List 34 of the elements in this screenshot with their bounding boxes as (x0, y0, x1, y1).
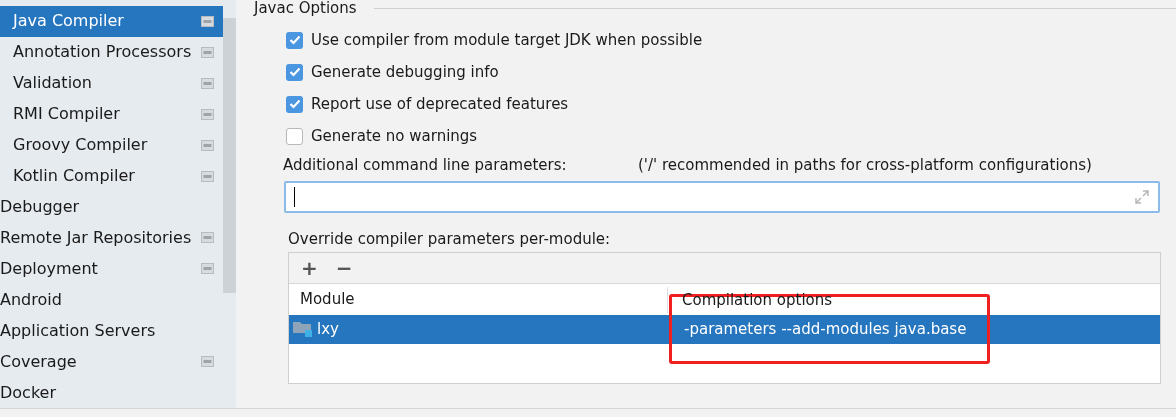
sidebar-item[interactable]: Coverage (0, 346, 223, 378)
sidebar-item[interactable]: Kotlin Compiler (0, 160, 223, 192)
table-label: Override compiler parameters per-module: (288, 229, 612, 249)
expand-icon[interactable] (1134, 189, 1150, 205)
checkbox[interactable] (286, 127, 303, 145)
checkbox[interactable] (286, 31, 303, 49)
sidebar-item[interactable]: Validation (0, 67, 223, 99)
sidebar-item[interactable]: Docker (0, 377, 223, 408)
add-button[interactable]: + (299, 258, 320, 278)
sidebar-item[interactable]: Annotation Processors (0, 36, 223, 68)
sidebar-item[interactable]: RMI Compiler (0, 98, 223, 130)
field-label: Additional command line parameters: (283, 154, 568, 176)
parameters-field[interactable] (284, 181, 1160, 213)
sidebar-item[interactable]: Application Servers (0, 315, 223, 347)
hint-text: ('/' recommended in paths for cross-platform configurations) (638, 154, 1092, 176)
sidebar-item[interactable]: Java Compiler (0, 6, 223, 37)
table-row[interactable]: lxy -parameters --add-modules java.base (289, 315, 1160, 344)
sidebar-item[interactable]: Remote Jar Repositories (0, 222, 223, 254)
column-header[interactable]: Module (289, 288, 667, 311)
sidebar-item[interactable]: Deployment (0, 253, 223, 285)
checkbox-label[interactable]: Use compiler from module target JDK when possible (311, 28, 703, 52)
table-cell-text: -parameters --add-modules java.base (683, 319, 967, 341)
remove-button[interactable]: − (333, 258, 355, 278)
checkbox-label[interactable]: Generate no warnings (311, 124, 478, 148)
scrollbar-thumb[interactable] (223, 18, 236, 293)
checkbox[interactable] (286, 63, 303, 81)
sidebar-item[interactable]: Groovy Compiler (0, 129, 223, 161)
module-folder-icon (293, 321, 313, 338)
checkbox[interactable] (286, 95, 303, 113)
checkbox-label[interactable]: Report use of deprecated features (311, 92, 569, 116)
checkbox-label[interactable]: Generate debugging info (311, 60, 499, 84)
sidebar-item[interactable]: Android (0, 284, 223, 316)
table-cell-text: lxy (317, 319, 339, 341)
sidebar-item[interactable]: Debugger (0, 191, 223, 223)
